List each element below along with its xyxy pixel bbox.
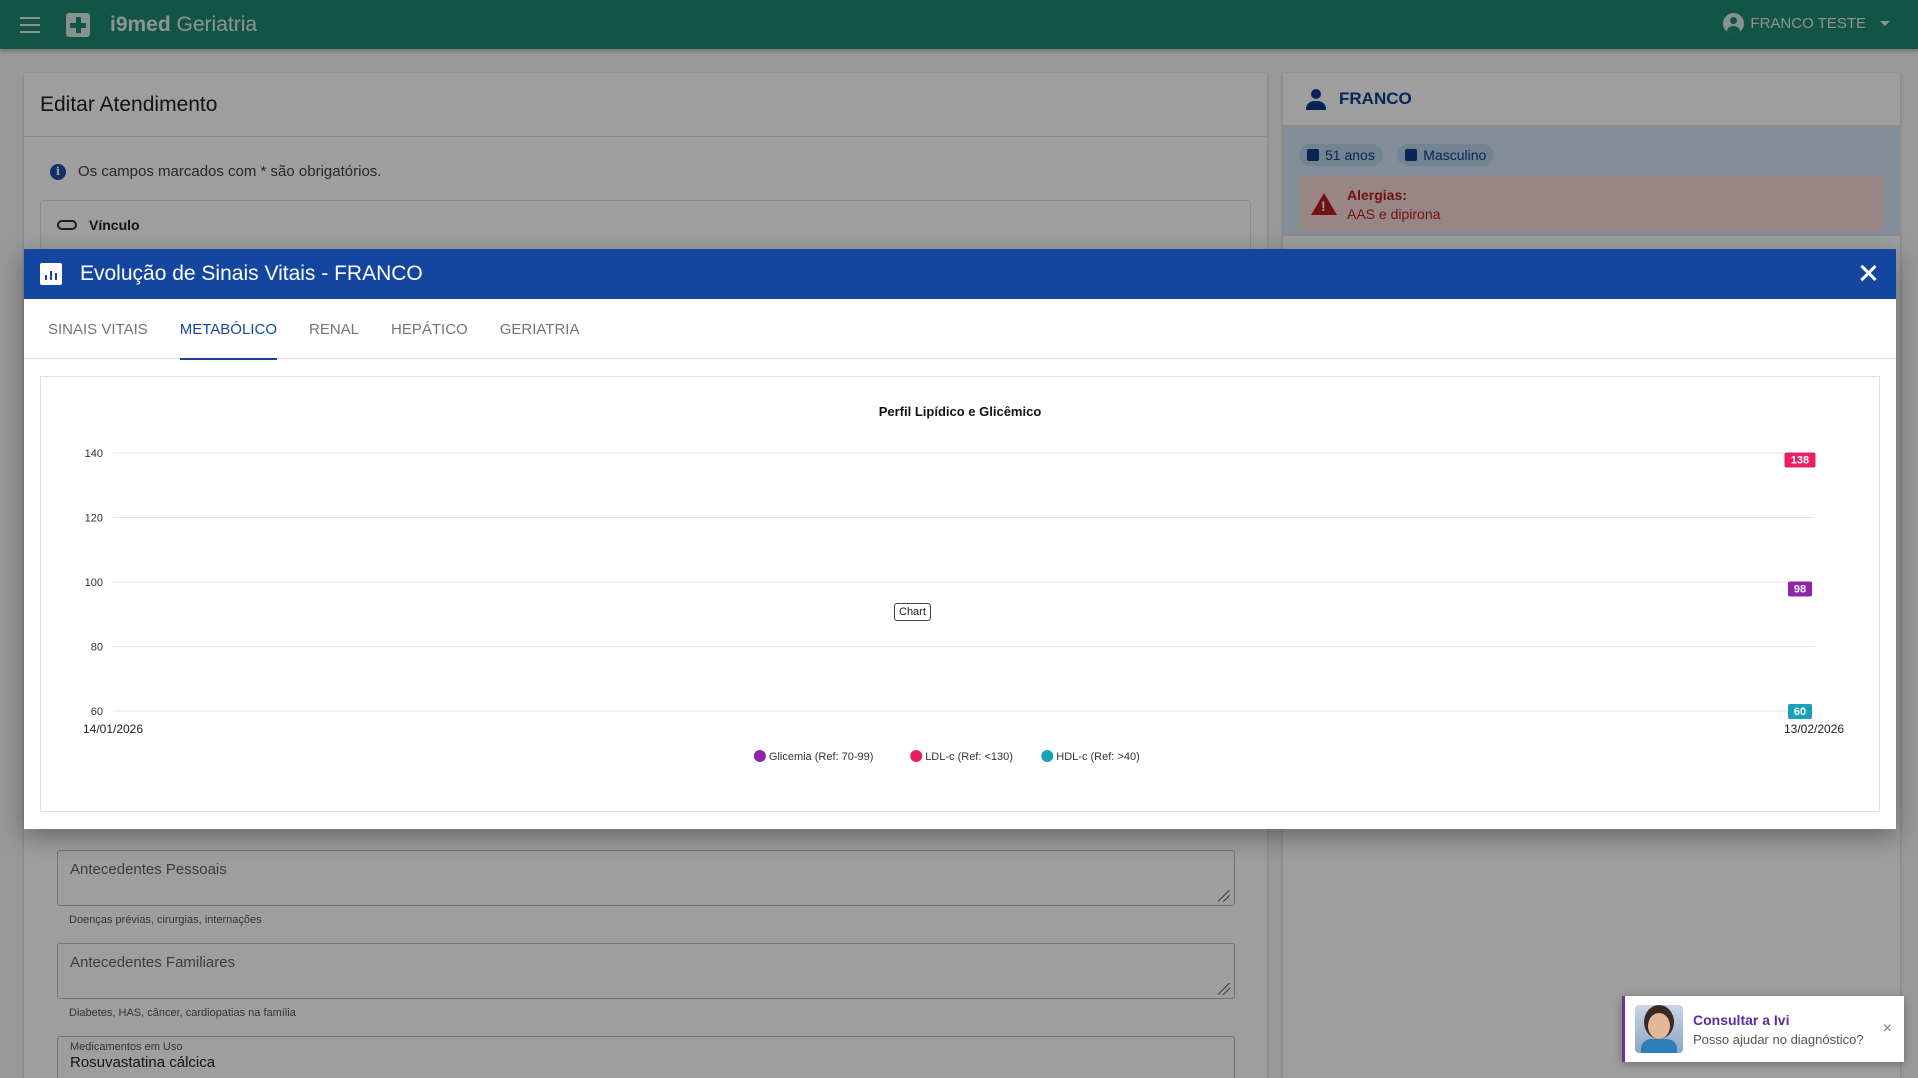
vital-signs-dialog: Evolução de Sinais Vitais - FRANCO SINAI… (24, 249, 1896, 829)
data-label: 98 (1788, 581, 1812, 597)
data-label-text: 98 (1794, 583, 1806, 595)
data-label-text: 138 (1791, 454, 1809, 466)
ivi-subtitle: Posso ajudar no diagnóstico? (1693, 1031, 1864, 1047)
ivi-title: Consultar a Ivi (1693, 1011, 1790, 1028)
y-tick-label: 100 (85, 577, 103, 589)
line-chart: Perfil Lipídico e Glicêmico 60 80 100 120 140… (83, 404, 1844, 763)
y-tick-label: 60 (91, 706, 103, 718)
dialog-title: Evolução de Sinais Vitais - FRANCO (80, 262, 423, 285)
legend-label: HDL-c (Ref: >40) (1056, 751, 1139, 763)
x-tick-label: 14/01/2026 (83, 722, 143, 736)
tab-hepatico[interactable]: HEPÁTICO (367, 299, 492, 359)
chart-container: Perfil Lipídico e Glicêmico 60 80 100 120 140… (40, 376, 1880, 812)
chart-tooltip-label: Chart (894, 603, 931, 621)
x-tick-label: 13/02/2026 (1784, 722, 1844, 736)
y-tick-label: 120 (85, 513, 103, 525)
data-label: 138 (1784, 452, 1816, 468)
ivi-close-button[interactable]: × (1883, 1020, 1892, 1038)
legend-label: LDL-c (Ref: <130) (925, 751, 1013, 763)
data-label-text: 60 (1794, 706, 1806, 718)
dialog-header: Evolução de Sinais Vitais - FRANCO (24, 249, 1896, 299)
tab-metabolico[interactable]: METABÓLICO (156, 299, 301, 360)
chart-title: Perfil Lipídico e Glicêmico (879, 404, 1042, 419)
legend-swatch (753, 750, 766, 762)
legend-label: Glicemia (Ref: 70-99) (769, 751, 874, 763)
legend-swatch (1041, 750, 1054, 762)
y-tick-label: 80 (91, 642, 103, 654)
dialog-tabs: SINAIS VITAIS METABÓLICO RENAL HEPÁTICO … (24, 299, 1896, 360)
bar-chart-icon (40, 263, 62, 285)
close-icon[interactable] (1858, 263, 1878, 283)
tab-geriatria[interactable]: GERIATRIA (476, 299, 604, 359)
ivi-assistant-toast[interactable]: Consultar a Ivi Posso ajudar no diagnóst… (1622, 996, 1904, 1062)
y-tick-label: 140 (85, 448, 103, 460)
data-label: 60 (1788, 704, 1812, 719)
ivi-avatar (1635, 1005, 1683, 1053)
tab-sinais-vitais[interactable]: SINAIS VITAIS (24, 299, 172, 359)
legend-swatch (910, 750, 923, 762)
